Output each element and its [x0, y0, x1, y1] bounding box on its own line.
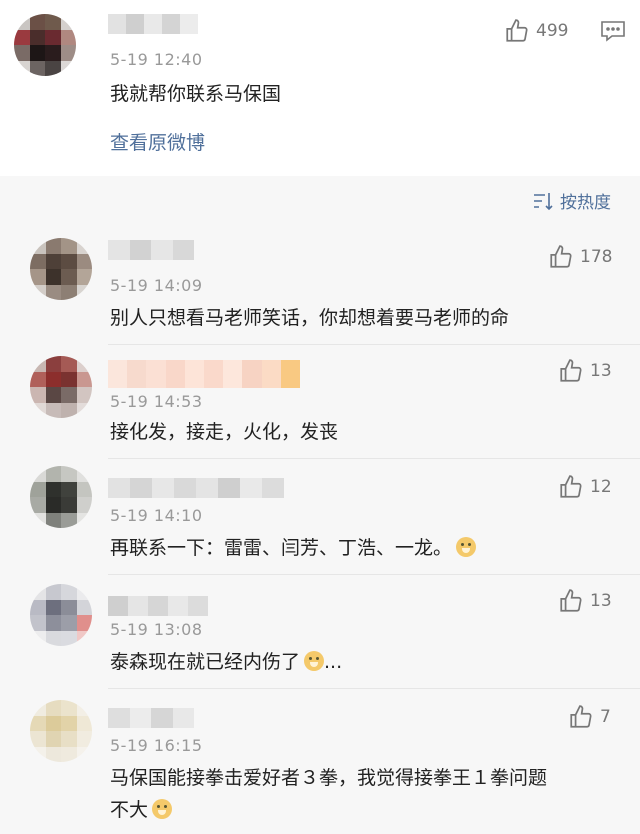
thumbs-up-icon — [560, 359, 582, 382]
like-count: 13 — [590, 361, 612, 381]
thumbs-up-icon — [560, 475, 582, 498]
like-button[interactable]: 13 — [558, 588, 612, 614]
thumbs-up-icon — [560, 589, 582, 612]
comment-text-line2: 不大 — [110, 794, 173, 826]
comment-text-line1: 马保国能接拳击爱好者３拳，我觉得接拳王１拳问题 — [110, 767, 548, 789]
comment-text: 泰森现在就已经内伤了... — [110, 646, 342, 678]
avatar[interactable] — [30, 700, 92, 762]
comment-text: 我就帮你联系马保国 — [110, 83, 282, 105]
like-button[interactable]: 7 — [568, 704, 611, 730]
like-button[interactable]: 12 — [558, 474, 612, 500]
like-count: 499 — [536, 21, 569, 41]
avatar[interactable] — [30, 356, 92, 418]
divider — [108, 688, 640, 689]
username-blurred[interactable] — [108, 360, 301, 388]
like-count: 13 — [590, 591, 612, 611]
username-blurred[interactable] — [108, 240, 194, 260]
doge-emoji-icon — [456, 537, 477, 557]
thumbs-up-icon — [550, 245, 572, 268]
comment-time: 5-19 12:40 — [110, 50, 203, 69]
comment-text-body: 不大 — [110, 799, 149, 821]
comment-text-suffix: ... — [324, 651, 343, 673]
thumbs-up-icon — [506, 19, 528, 42]
like-button[interactable]: 499 — [504, 18, 568, 44]
avatar[interactable] — [30, 238, 92, 300]
top-comment-card: 5-19 12:40 499 我就帮你联系马保国 查看原微博 — [0, 0, 640, 176]
like-button[interactable]: 178 — [548, 244, 612, 270]
sort-button[interactable]: 按热度 — [532, 188, 611, 213]
comment-text-body: 再联系一下：雷雷、闫芳、丁浩、一龙。 — [110, 537, 453, 559]
like-count: 12 — [590, 477, 612, 497]
username-blurred[interactable] — [108, 596, 208, 616]
comment-text: 接化发，接走，火化，发丧 — [110, 421, 339, 443]
divider — [108, 458, 640, 459]
like-count: 7 — [600, 707, 611, 727]
like-count: 178 — [580, 247, 613, 267]
divider — [108, 574, 640, 575]
username-blurred[interactable] — [108, 14, 198, 34]
comment-time: 5-19 14:09 — [110, 276, 203, 295]
like-button[interactable]: 13 — [558, 358, 612, 384]
sort-icon — [534, 192, 553, 210]
comment-time: 5-19 13:08 — [110, 620, 203, 639]
comment-text-body: 泰森现在就已经内伤了 — [110, 651, 301, 673]
avatar[interactable] — [30, 584, 92, 646]
comment-text: 别人只想看马老师笑话，你却想着要马老师的命 — [110, 307, 510, 329]
divider — [108, 344, 640, 345]
avatar[interactable] — [14, 14, 76, 76]
view-original-link[interactable]: 查看原微博 — [110, 128, 205, 155]
username-blurred[interactable] — [108, 708, 194, 728]
comment-icon[interactable] — [600, 20, 626, 42]
sort-label: 按热度 — [560, 193, 611, 213]
comment-time: 5-19 14:10 — [110, 506, 203, 525]
doge-emoji-icon — [152, 799, 173, 819]
thumbs-up-icon — [570, 705, 592, 728]
username-blurred[interactable] — [108, 478, 284, 498]
comment-text: 再联系一下：雷雷、闫芳、丁浩、一龙。 — [110, 532, 477, 564]
doge-emoji-icon — [304, 651, 325, 671]
comment-time: 5-19 14:53 — [110, 392, 203, 411]
avatar[interactable] — [30, 466, 92, 528]
comment-time: 5-19 16:15 — [110, 736, 203, 755]
